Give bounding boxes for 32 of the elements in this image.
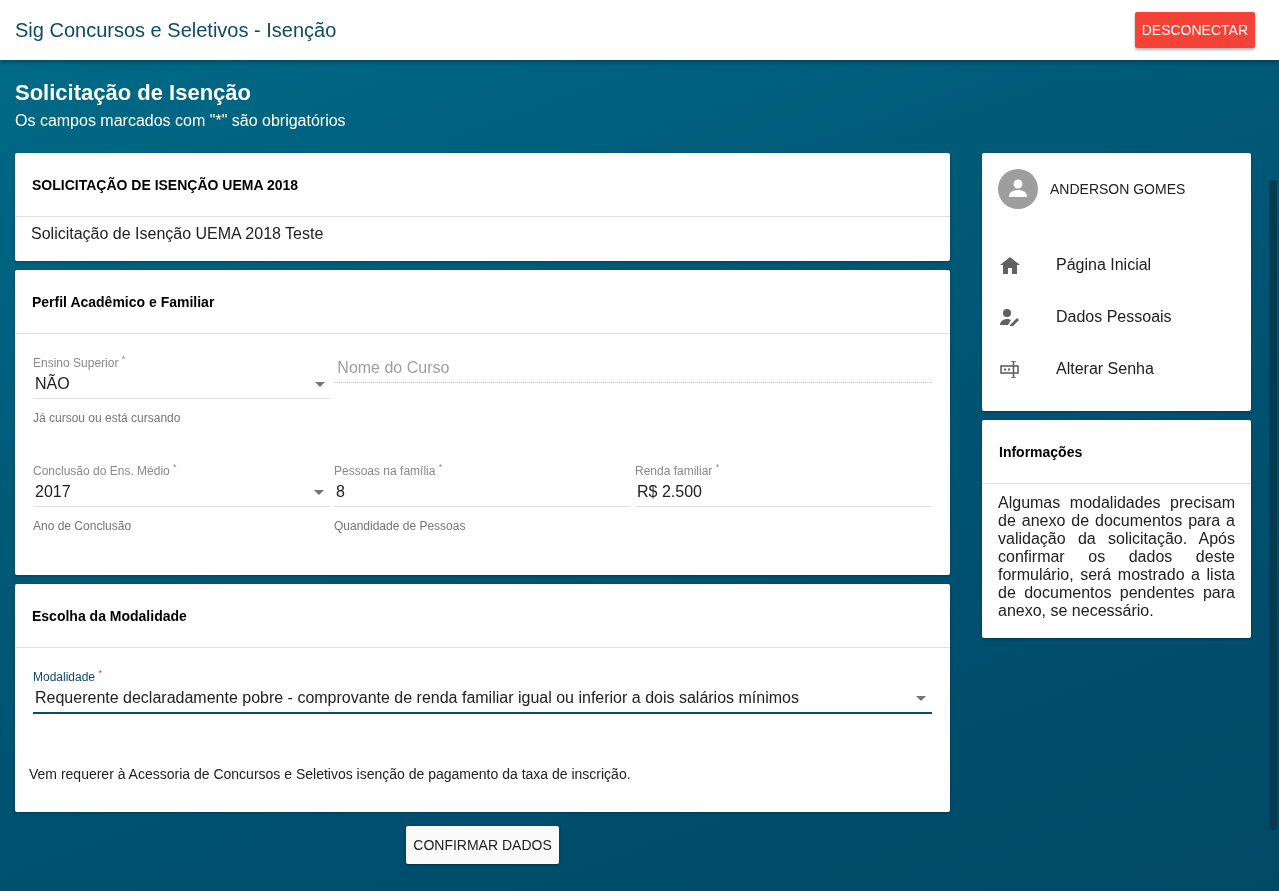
caret-icon bbox=[315, 381, 326, 387]
card-title: Informações bbox=[999, 443, 1083, 460]
avatar-icon bbox=[998, 169, 1038, 209]
page-title: Solicitação de Isenção bbox=[15, 80, 252, 106]
card-title: SOLICITAÇÃO DE ISENÇÃO UEMA 2018 bbox=[32, 176, 299, 193]
user-name: ANDERSON GOMES bbox=[1050, 181, 1186, 197]
scrollbar[interactable] bbox=[1269, 180, 1277, 830]
request-text: Solicitação de Isenção UEMA 2018 Teste bbox=[31, 225, 324, 242]
input-field[interactable]: Pessoas na família $^{*}$ 8 bbox=[334, 462, 631, 507]
select-field[interactable]: Ensino Superior $^{*}$ NÃO bbox=[33, 354, 332, 399]
card-title: Perfil Acadêmico e Familiar bbox=[32, 293, 215, 310]
info-text: Algumas modalidades precisam de anexo de documentos para a validação da solicitação. Após confirmar os dados deste formulário, será mostrado a lista de documentos pendentes para anexo, se necessário. bbox=[997, 493, 1236, 621]
menu-link[interactable]: Dados Pessoais bbox=[1056, 308, 1172, 326]
caret-icon bbox=[916, 695, 926, 701]
app-title: Sig Concursos e Seletivos - Isenção bbox=[15, 18, 337, 42]
field-hint: Já cursou ou está cursando bbox=[33, 411, 181, 425]
caret-icon bbox=[314, 489, 324, 495]
input-field[interactable]: Renda familiar $^{*}$ R$ 2.500 bbox=[635, 462, 932, 507]
page-subtitle: Os campos marcados com "*" são obrigatórios bbox=[15, 112, 347, 130]
menu-link[interactable]: Alterar Senha bbox=[1056, 360, 1154, 378]
field-hint: Quandidade de Pessoas bbox=[334, 519, 466, 533]
select-field[interactable]: Conclusão do Ens. Médio $^{*}$ 2017 bbox=[33, 462, 330, 507]
home-icon bbox=[1000, 256, 1020, 274]
card-title: Escolha da Modalidade bbox=[32, 607, 187, 624]
confirm-button[interactable]: CONFIRMAR DADOS bbox=[406, 826, 559, 864]
select-field[interactable]: Modalidade $^{*}$ Requerente declaradamente pobre - comprovante de renda familiar igual ou inferior a dois salários mínimos bbox=[33, 668, 932, 714]
field-hint: Ano de Conclusão bbox=[33, 519, 132, 533]
person-edit-icon bbox=[1000, 308, 1020, 326]
menu-link[interactable]: Página Inicial bbox=[1056, 256, 1152, 274]
modality-description: Vem requerer à Acessoria de Concursos e Seletivos isenção de pagamento da taxa de inscrição. bbox=[29, 766, 632, 782]
logout-button[interactable]: DESCONECTAR bbox=[1134, 12, 1255, 48]
password-field-icon bbox=[1000, 360, 1020, 378]
